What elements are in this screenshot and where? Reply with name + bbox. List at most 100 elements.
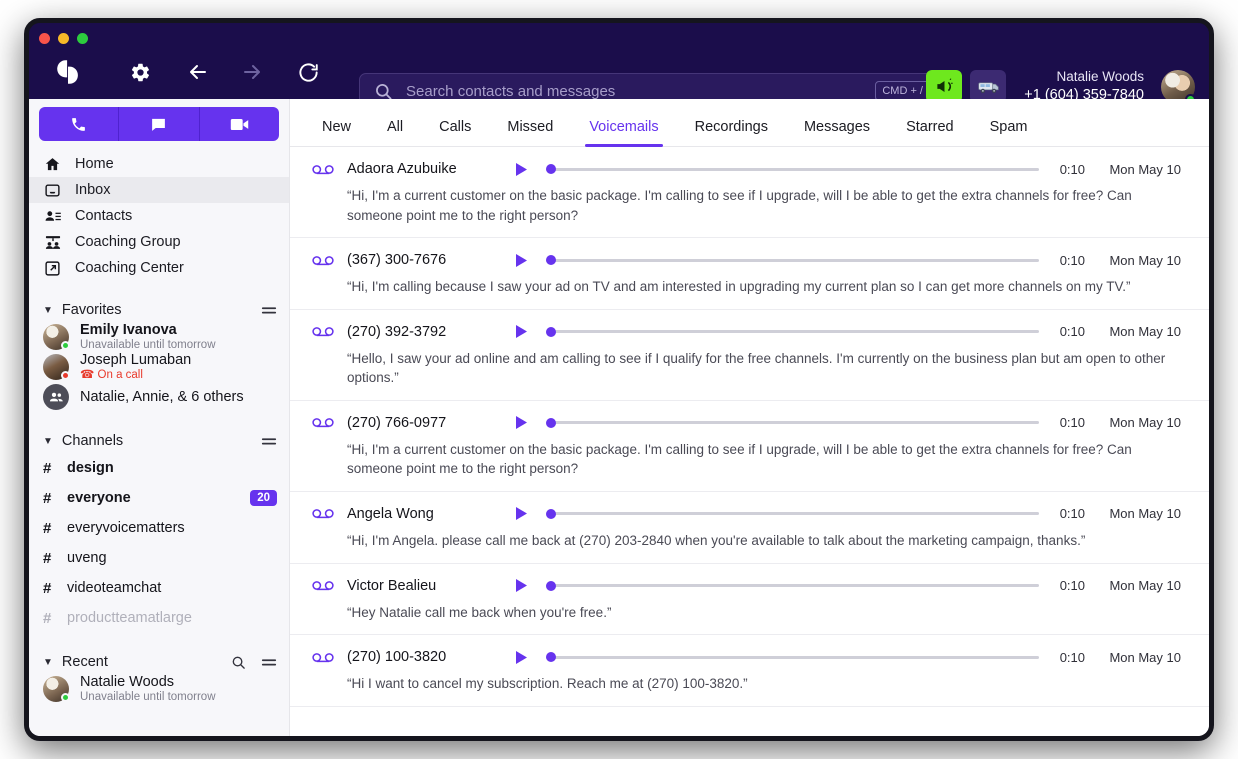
voicemail-caller: Adaora Azubuike <box>347 161 515 177</box>
sidebar-channel-videoteamchat[interactable]: #videoteamchat <box>29 573 289 603</box>
channel-name: everyvoicematters <box>67 520 277 536</box>
voicemail-date: Mon May 10 <box>1085 578 1181 593</box>
play-button[interactable] <box>515 162 528 177</box>
sidebar-channel-productteamatlarge[interactable]: #productteamatlarge <box>29 603 289 633</box>
play-button[interactable] <box>515 650 528 665</box>
play-button[interactable] <box>515 578 528 593</box>
video-tab[interactable] <box>200 107 279 141</box>
chevron-down-icon[interactable]: ▼ <box>43 305 53 316</box>
favorites-title: Favorites <box>62 302 252 318</box>
voicemail-duration: 0:10 <box>1039 324 1085 339</box>
slider-knob[interactable] <box>546 327 556 337</box>
tab-calls[interactable]: Calls <box>421 119 489 146</box>
list-item[interactable]: Emily IvanovaUnavailable until tomorrow <box>29 322 289 352</box>
favorites-menu-icon[interactable] <box>261 304 277 316</box>
voicemail-row[interactable]: (270) 766-09770:10Mon May 10 “Hi, I'm a c… <box>290 401 1209 492</box>
play-button[interactable] <box>515 253 528 268</box>
channels-section-header[interactable]: ▼ Channels <box>29 429 289 453</box>
reload-icon[interactable] <box>291 55 325 89</box>
back-arrow-icon[interactable] <box>181 55 215 89</box>
play-button[interactable] <box>515 415 528 430</box>
person-name: Natalie, Annie, & 6 others <box>80 389 244 406</box>
minimize-window-button[interactable] <box>58 33 69 44</box>
playback-slider[interactable] <box>546 163 1039 175</box>
playback-slider[interactable] <box>546 651 1039 663</box>
favorites-section-header[interactable]: ▼ Favorites <box>29 298 289 322</box>
playback-slider[interactable] <box>546 580 1039 592</box>
list-item[interactable]: Natalie, Annie, & 6 others <box>29 382 289 412</box>
sidebar-item-coaching-group[interactable]: Coaching Group <box>29 229 289 255</box>
tab-all[interactable]: All <box>369 119 421 146</box>
voicemail-icon <box>312 416 336 429</box>
voicemail-list[interactable]: Adaora Azubuike 0:10 Mon May 10 “Hi, I'm a … <box>290 147 1209 741</box>
voicemail-duration: 0:10 <box>1039 506 1085 521</box>
hash-icon: # <box>43 550 53 567</box>
playback-slider[interactable] <box>546 508 1039 520</box>
sidebar-channel-uveng[interactable]: #uveng <box>29 543 289 573</box>
unread-badge: 20 <box>250 490 277 506</box>
voicemail-row[interactable]: (270) 392-37920:10Mon May 10“Hello, I sa… <box>290 310 1209 401</box>
inbox-tab-bar: NewAllCallsMissedVoicemailsRecordingsMes… <box>290 99 1209 147</box>
voicemail-duration: 0:10 <box>1039 253 1085 268</box>
recent-search-icon[interactable] <box>231 655 246 670</box>
voicemail-row[interactable]: Adaora Azubuike0:10Mon May 10“Hi, I'm a … <box>290 147 1209 238</box>
sidebar-channel-everyone[interactable]: #everyone20 <box>29 483 289 513</box>
list-item[interactable]: Joseph Lumaban☎ On a call <box>29 352 289 382</box>
tab-missed[interactable]: Missed <box>489 119 571 146</box>
slider-knob[interactable] <box>546 652 556 662</box>
tab-spam[interactable]: Spam <box>972 119 1046 146</box>
chevron-down-icon[interactable]: ▼ <box>43 436 53 447</box>
voicemail-duration: 0:10 <box>1039 415 1085 430</box>
close-window-button[interactable] <box>39 33 50 44</box>
sidebar-item-contacts[interactable]: Contacts <box>29 203 289 229</box>
sidebar-channel-everyvoicematters[interactable]: #everyvoicematters <box>29 513 289 543</box>
sidebar-channel-design[interactable]: #design <box>29 453 289 483</box>
tab-new[interactable]: New <box>304 119 369 146</box>
voicemail-row[interactable]: Angela Wong0:10Mon May 10“Hi, I'm Angela… <box>290 492 1209 564</box>
forward-arrow-icon[interactable] <box>235 55 269 89</box>
play-button[interactable] <box>515 324 528 339</box>
play-button[interactable] <box>515 506 528 521</box>
slider-knob[interactable] <box>546 418 556 428</box>
slider-knob[interactable] <box>546 509 556 519</box>
voicemail-row[interactable]: (367) 300-76760:10Mon May 10“Hi, I'm cal… <box>290 238 1209 310</box>
tab-messages[interactable]: Messages <box>786 119 888 146</box>
slider-track <box>546 656 1039 659</box>
message-tab[interactable] <box>119 107 199 141</box>
voicemail-duration: 0:10 <box>1039 650 1085 665</box>
voicemail-header: (270) 766-09770:10Mon May 10 <box>290 415 1209 431</box>
sidebar-item-inbox[interactable]: Inbox <box>29 177 289 203</box>
voicemail-transcript: “Hi, I'm a current customer on the basic… <box>347 440 1174 479</box>
playback-slider[interactable] <box>546 254 1039 266</box>
avatar <box>43 324 69 350</box>
chevron-down-icon[interactable]: ▼ <box>43 657 53 668</box>
app-window: Search contacts and messages CMD + / <box>24 18 1214 741</box>
voicemail-row[interactable]: Victor Bealieu0:10Mon May 10“Hey Natalie… <box>290 564 1209 636</box>
slider-track <box>546 330 1039 333</box>
tab-starred[interactable]: Starred <box>888 119 972 146</box>
slider-knob[interactable] <box>546 164 556 174</box>
channel-name: videoteamchat <box>67 580 277 596</box>
sidebar-item-coaching-center[interactable]: Coaching Center <box>29 255 289 281</box>
sidebar-item-home[interactable]: Home <box>29 151 289 177</box>
slider-knob[interactable] <box>546 581 556 591</box>
recent-section-header[interactable]: ▼ Recent <box>29 650 289 674</box>
recent-menu-icon[interactable] <box>261 656 277 668</box>
voicemail-icon <box>312 651 336 664</box>
voicemail-row[interactable]: (270) 100-38200:10Mon May 10“Hi I want t… <box>290 635 1209 707</box>
hash-icon: # <box>43 610 53 627</box>
maximize-window-button[interactable] <box>77 33 88 44</box>
voicemail-transcript: “Hi, I'm Angela. please call me back at … <box>347 531 1174 551</box>
search-input[interactable]: Search contacts and messages <box>406 83 875 100</box>
playback-slider[interactable] <box>546 326 1039 338</box>
tab-voicemails[interactable]: Voicemails <box>571 119 676 146</box>
list-item[interactable]: Natalie WoodsUnavailable until tomorrow <box>29 674 289 704</box>
slider-knob[interactable] <box>546 255 556 265</box>
tab-recordings[interactable]: Recordings <box>677 119 786 146</box>
playback-slider[interactable] <box>546 417 1039 429</box>
recent-list: Natalie WoodsUnavailable until tomorrow <box>29 674 289 704</box>
recent-title: Recent <box>62 654 222 670</box>
channels-menu-icon[interactable] <box>261 435 277 447</box>
phone-tab[interactable] <box>39 107 119 141</box>
settings-gear-icon[interactable] <box>123 55 157 89</box>
